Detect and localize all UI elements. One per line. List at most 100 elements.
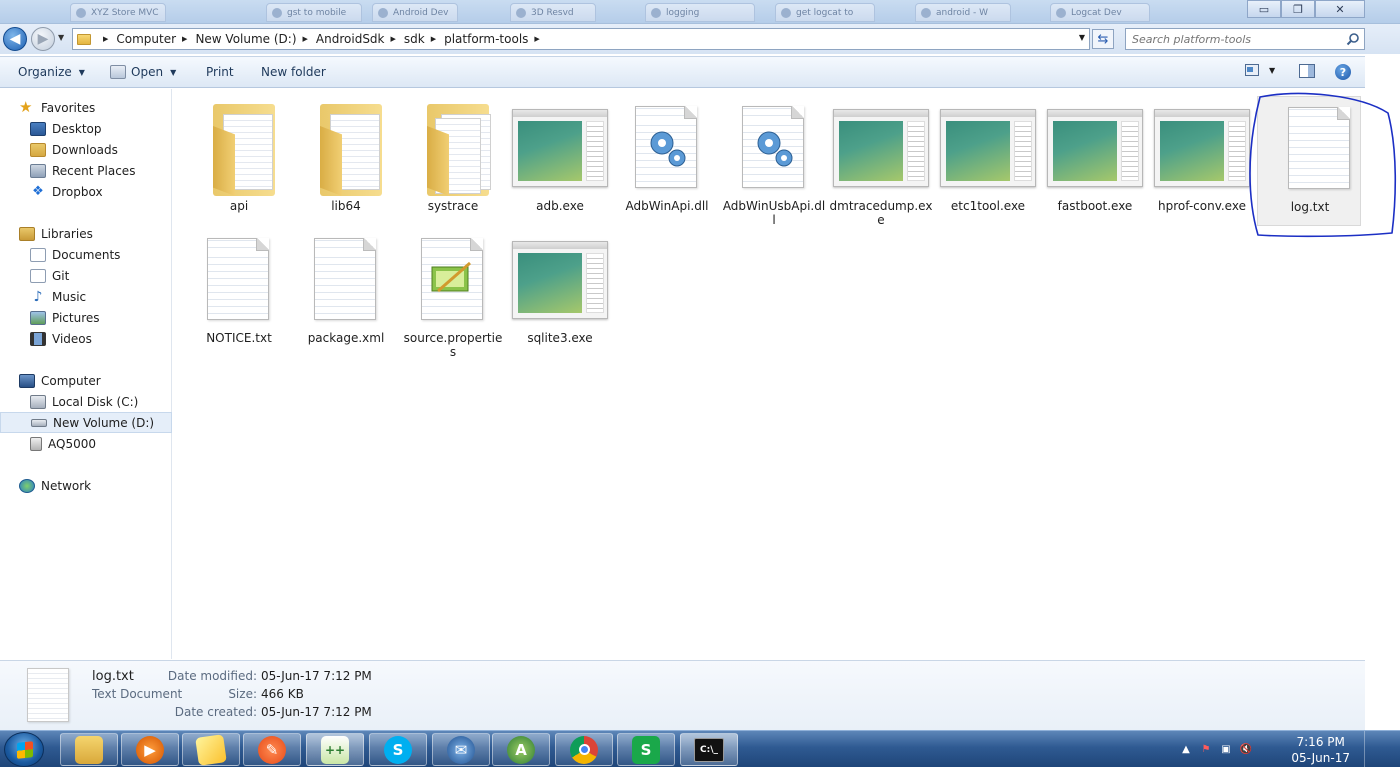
chevron-right-icon[interactable]: ▶	[303, 35, 308, 43]
file-name: hprof-conv.exe	[1158, 199, 1246, 213]
file-item[interactable]: sqlite3.exe	[508, 228, 612, 358]
help-button[interactable]: ?	[1335, 64, 1351, 80]
file-name: AdbWinUsbApi.dll	[722, 199, 826, 227]
open-button[interactable]: Open ▼	[110, 65, 176, 79]
taskbar-sticky-notes[interactable]	[182, 733, 240, 766]
breadcrumb-separator[interactable]: ▶	[97, 35, 116, 43]
background-tab[interactable]: android - W	[915, 3, 1011, 22]
file-item[interactable]: api	[187, 96, 291, 226]
file-item[interactable]: dmtracedump.exe	[829, 96, 933, 227]
file-item[interactable]: AdbWinUsbApi.dll	[722, 96, 826, 227]
breadcrumb-platform-tools[interactable]: platform-tools ▶	[444, 32, 548, 46]
nav-local-disk-c[interactable]: Local Disk (C:)	[0, 391, 172, 412]
file-name: etc1tool.exe	[950, 199, 1026, 213]
nav-new-volume-d[interactable]: New Volume (D:)	[0, 412, 172, 433]
file-item[interactable]: package.xml	[294, 228, 398, 358]
file-item[interactable]: systrace	[401, 96, 505, 226]
volume-muted-icon[interactable]: 🔇	[1239, 743, 1253, 757]
recent-pages-chevron-down-icon[interactable]: ▼	[58, 33, 64, 42]
background-tab[interactable]: gst to mobile	[266, 3, 362, 22]
background-tab[interactable]: get logcat to	[775, 3, 875, 22]
background-tab[interactable]: XYZ Store MVC	[70, 3, 166, 22]
taskbar-android-studio[interactable]: A	[492, 733, 550, 766]
folder-icon	[77, 33, 91, 45]
taskbar-command-prompt[interactable]: C:\_	[680, 733, 738, 766]
breadcrumb-new-volume[interactable]: New Volume (D:) ▶	[195, 32, 315, 46]
chevron-down-icon[interactable]: ▼	[1269, 66, 1275, 75]
file-item[interactable]: AdbWinApi.dll	[615, 96, 719, 226]
file-item-selected[interactable]: log.txt	[1257, 96, 1361, 226]
breadcrumb-computer[interactable]: Computer ▶	[116, 32, 195, 46]
taskbar-skype[interactable]: S	[369, 733, 427, 766]
file-item[interactable]: hprof-conv.exe	[1150, 96, 1254, 226]
chevron-right-icon[interactable]: ▶	[534, 35, 539, 43]
change-view-button[interactable]: ▼	[1245, 64, 1275, 76]
start-button[interactable]	[4, 732, 44, 767]
background-tab[interactable]: Logcat Dev	[1050, 3, 1150, 22]
maximize-button[interactable]: ❐	[1281, 0, 1315, 18]
nav-network[interactable]: Network	[0, 475, 172, 496]
background-tab[interactable]: Android Dev	[372, 3, 458, 22]
music-note-icon: ♪	[33, 288, 43, 305]
file-item[interactable]: source.properties	[401, 228, 505, 359]
taskbar-tools-app[interactable]: ✎	[243, 733, 301, 766]
nav-videos[interactable]: Videos	[0, 328, 172, 349]
background-tab[interactable]: logging	[645, 3, 755, 22]
chevron-right-icon[interactable]: ▶	[431, 35, 436, 43]
taskbar-explorer[interactable]	[60, 733, 118, 766]
nav-favorites[interactable]: ★ Favorites	[0, 97, 172, 118]
nav-desktop[interactable]: Desktop	[0, 118, 172, 139]
refresh-button[interactable]: ⇆	[1092, 29, 1114, 49]
taskbar-sheets[interactable]: S	[617, 733, 675, 766]
breadcrumb-androidsdk[interactable]: AndroidSdk ▶	[316, 32, 404, 46]
action-center-flag-icon[interactable]: ⚑	[1199, 743, 1213, 757]
background-tab[interactable]: 3D Resvd	[510, 3, 596, 22]
application-icon	[829, 96, 933, 196]
nav-label: AQ5000	[48, 436, 96, 451]
preview-pane-button[interactable]	[1299, 64, 1315, 78]
chevron-right-icon[interactable]: ▶	[182, 35, 187, 43]
taskbar-thunderbird[interactable]: ✉	[432, 733, 490, 766]
nav-git[interactable]: Git	[0, 265, 172, 286]
address-history-chevron-down-icon[interactable]: ▼	[1079, 33, 1085, 42]
network-status-icon[interactable]: ▣	[1219, 743, 1233, 757]
back-button[interactable]: ◀	[3, 27, 27, 51]
nav-recent-places[interactable]: Recent Places	[0, 160, 172, 181]
file-item[interactable]: NOTICE.txt	[187, 228, 291, 358]
search-input[interactable]	[1126, 29, 1336, 49]
close-button[interactable]: ✕	[1315, 0, 1365, 18]
minimize-button[interactable]: ▭	[1247, 0, 1281, 18]
show-hidden-icons-chevron-up-icon[interactable]: ▲	[1179, 743, 1193, 757]
file-item[interactable]: fastboot.exe	[1043, 96, 1147, 226]
breadcrumb-sdk[interactable]: sdk ▶	[404, 32, 444, 46]
nav-music[interactable]: ♪ Music	[0, 286, 172, 307]
date-modified-value[interactable]: 05-Jun-17 7:12 PM	[261, 669, 372, 683]
taskbar-chrome[interactable]	[555, 733, 613, 766]
taskbar-notepad-plus[interactable]: ++	[306, 733, 364, 766]
nav-label: Pictures	[52, 310, 100, 325]
file-item[interactable]: adb.exe	[508, 96, 612, 226]
breadcrumb-label: New Volume (D:)	[195, 32, 297, 46]
file-item[interactable]: etc1tool.exe	[936, 96, 1040, 226]
organize-button[interactable]: Organize ▼	[18, 65, 85, 79]
size-value: 466 KB	[261, 687, 304, 701]
nav-documents[interactable]: Documents	[0, 244, 172, 265]
nav-pictures[interactable]: Pictures	[0, 307, 172, 328]
print-button[interactable]: Print	[206, 65, 234, 79]
taskbar-media-player[interactable]: ▶	[121, 733, 179, 766]
clock[interactable]: 7:16 PM 05-Jun-17	[1291, 734, 1350, 766]
chevron-right-icon[interactable]: ▶	[391, 35, 396, 43]
nav-aq5000[interactable]: AQ5000	[0, 433, 172, 454]
search-icon[interactable]	[1346, 32, 1360, 46]
nav-computer[interactable]: Computer	[0, 370, 172, 391]
nav-dropbox[interactable]: ❖ Dropbox	[0, 181, 172, 202]
new-folder-button[interactable]: New folder	[261, 65, 326, 79]
forward-button[interactable]: ▶	[31, 27, 55, 51]
show-desktop-button[interactable]	[1364, 731, 1400, 767]
file-item[interactable]: lib64	[294, 96, 398, 226]
nav-downloads[interactable]: Downloads	[0, 139, 172, 160]
nav-libraries[interactable]: Libraries	[0, 223, 172, 244]
address-bar[interactable]: ▶ Computer ▶ New Volume (D:) ▶ AndroidSdk ▶…	[72, 28, 1090, 50]
search-box[interactable]	[1125, 28, 1365, 50]
application-icon	[936, 96, 1040, 196]
